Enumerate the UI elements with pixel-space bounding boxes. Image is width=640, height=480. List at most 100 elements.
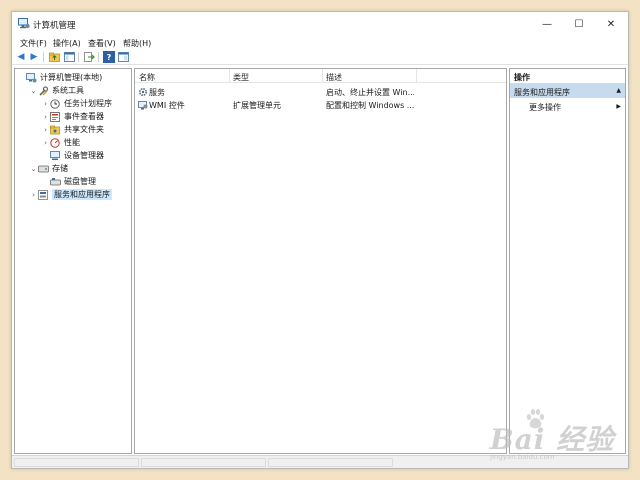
console-tree-icon <box>63 52 75 62</box>
menu-bar: 文件(F) 操作(A) 查看(V) 帮助(H) <box>12 36 628 50</box>
chevron-right-icon[interactable]: › <box>41 139 50 147</box>
tree-item[interactable]: › 性能 <box>15 136 80 149</box>
tree-item[interactable]: › 任务计划程序 <box>15 97 112 110</box>
show-hide-console-tree-button[interactable] <box>63 51 75 63</box>
tree-item-label: 系统工具 <box>52 86 84 95</box>
list-item-services[interactable]: 服务 启动、终止并设置 Win... <box>135 85 506 98</box>
list-item-description: 启动、终止并设置 Win... <box>326 88 414 97</box>
toolbar-separator <box>78 52 79 62</box>
list-item-description: 配置和控制 Windows ... <box>326 101 414 110</box>
status-segment <box>14 458 139 467</box>
tree-item-label: 设备管理器 <box>64 151 104 160</box>
back-button[interactable]: ◀ <box>15 51 27 63</box>
baidu-watermark: Bai 经验 jingyan.baidu.com <box>490 408 615 466</box>
list-item-name: 服务 <box>149 88 165 97</box>
tree-item[interactable]: ⌄ 存储 <box>15 162 68 175</box>
up-folder-button[interactable] <box>48 51 60 63</box>
back-arrow-icon: ◀ <box>17 52 25 62</box>
disk-icon <box>50 177 61 187</box>
tree-item-label: 计算机管理(本地) <box>40 73 103 82</box>
actions-section-services-and-apps[interactable]: 服务和应用程序 ▲ <box>510 84 625 98</box>
watermark-text: Bai 经验 <box>490 423 615 456</box>
export-list-button[interactable] <box>83 51 95 63</box>
chevron-down-icon[interactable]: ⌄ <box>29 165 38 173</box>
title-bar[interactable]: 计算机管理 — ☐ ✕ <box>12 12 628 36</box>
list-item-name: WMI 控件 <box>149 101 185 110</box>
chevron-right-icon[interactable]: › <box>41 126 50 134</box>
performance-icon <box>50 137 61 148</box>
actions-section-label: 服务和应用程序 <box>514 88 570 97</box>
window-title: 计算机管理 <box>33 21 76 31</box>
chevron-right-icon[interactable]: › <box>41 100 50 108</box>
services-apps-icon <box>38 189 49 200</box>
collapse-up-icon[interactable]: ▲ <box>616 87 621 94</box>
menu-help[interactable]: 帮助(H) <box>123 38 151 49</box>
wmi-icon <box>138 101 148 110</box>
tools-icon <box>38 85 49 96</box>
chevron-down-icon[interactable]: ⌄ <box>29 87 38 95</box>
results-list-pane[interactable]: 名称 类型 描述 服务 启动、终止并设置 Win... WMI 控件 扩展管理单… <box>134 68 507 454</box>
export-icon <box>83 52 95 62</box>
tree-item-label: 磁盘管理 <box>64 177 96 186</box>
more-actions-item[interactable]: 更多操作 ▶ <box>510 100 625 113</box>
column-divider[interactable] <box>416 69 417 83</box>
tree-item[interactable]: ⌄ 系统工具 <box>15 84 84 97</box>
close-button[interactable]: ✕ <box>595 12 627 36</box>
chevron-right-icon[interactable]: › <box>41 113 50 121</box>
chevron-right-icon[interactable]: › <box>29 191 38 199</box>
tree-item[interactable]: › 事件查看器 <box>15 110 104 123</box>
tree-item-label: 事件查看器 <box>64 112 104 121</box>
minimize-icon: — <box>542 18 552 30</box>
tree-item-label: 服务和应用程序 <box>52 189 112 200</box>
actions-pane-header: 操作 <box>510 69 625 84</box>
menu-view[interactable]: 查看(V) <box>88 38 116 49</box>
event-viewer-icon <box>50 111 61 122</box>
maximize-button[interactable]: ☐ <box>563 12 595 36</box>
column-header-type[interactable]: 类型 <box>233 72 249 83</box>
tree-item-label: 性能 <box>64 138 80 147</box>
list-item-type: 扩展管理单元 <box>233 101 281 110</box>
action-pane-icon <box>117 52 129 62</box>
column-header-description[interactable]: 描述 <box>326 72 342 83</box>
computer-management-icon <box>18 18 30 29</box>
forward-arrow-icon: ▶ <box>30 52 38 62</box>
tree-item[interactable]: 设备管理器 <box>15 149 104 162</box>
maximize-icon: ☐ <box>574 18 584 30</box>
close-icon: ✕ <box>606 18 616 30</box>
shared-folder-icon <box>50 125 61 135</box>
forward-button[interactable]: ▶ <box>28 51 40 63</box>
watermark-url: jingyan.baidu.com <box>490 453 555 461</box>
tree-item[interactable]: › 服务和应用程序 <box>15 188 112 201</box>
clock-icon <box>50 98 61 109</box>
list-item-wmi-control[interactable]: WMI 控件 扩展管理单元 配置和控制 Windows ... <box>135 98 506 111</box>
folder-up-icon <box>48 52 60 62</box>
column-header-name[interactable]: 名称 <box>139 72 155 83</box>
console-tree-pane[interactable]: 计算机管理(本地) ⌄ 系统工具 › 任务计划程序 › 事件查看器 › 共享文件夹 › 性能 设备管理… <box>14 68 132 454</box>
tree-item[interactable]: 磁盘管理 <box>15 175 96 188</box>
column-divider[interactable] <box>229 69 230 83</box>
gear-icon <box>138 87 148 97</box>
menu-action[interactable]: 操作(A) <box>53 38 81 49</box>
submenu-arrow-icon: ▶ <box>616 103 621 110</box>
toolbar-separator <box>43 52 44 62</box>
tree-item-label: 共享文件夹 <box>64 125 104 134</box>
status-segment <box>268 458 393 467</box>
storage-icon <box>38 164 49 174</box>
list-header: 名称 类型 描述 <box>135 69 506 83</box>
toolbar-separator <box>98 52 99 62</box>
toolbar: ◀ ▶ ? <box>12 50 628 65</box>
tree-item-label: 任务计划程序 <box>64 99 112 108</box>
computer-management-window: 计算机管理 — ☐ ✕ 文件(F) 操作(A) 查看(V) 帮助(H) ◀ ▶ … <box>11 11 629 469</box>
show-hide-action-pane-button[interactable] <box>117 51 129 63</box>
help-button[interactable]: ? <box>103 51 115 63</box>
help-icon: ? <box>106 52 112 62</box>
column-divider[interactable] <box>322 69 323 83</box>
tree-item[interactable]: 计算机管理(本地) <box>15 71 102 84</box>
device-manager-icon <box>50 150 61 161</box>
tree-item[interactable]: › 共享文件夹 <box>15 123 104 136</box>
status-segment <box>141 458 266 467</box>
more-actions-label: 更多操作 <box>529 103 561 112</box>
menu-file[interactable]: 文件(F) <box>20 38 47 49</box>
tree-item-label: 存储 <box>52 164 68 173</box>
minimize-button[interactable]: — <box>531 12 563 36</box>
